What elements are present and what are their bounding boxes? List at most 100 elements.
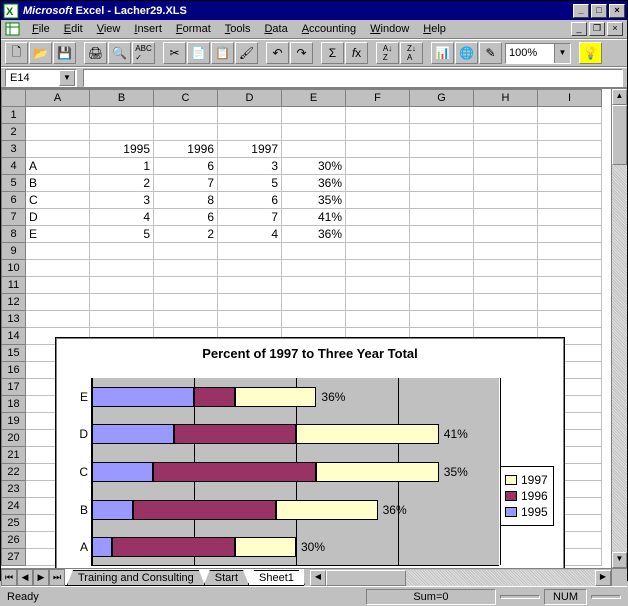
- menu-window[interactable]: Window: [363, 21, 416, 37]
- scroll-right-icon[interactable]: ▶: [595, 570, 611, 586]
- cell-H11[interactable]: [474, 277, 538, 294]
- row-header-16[interactable]: 16: [2, 362, 26, 379]
- cell-G5[interactable]: [410, 175, 474, 192]
- cell-E4[interactable]: 30%: [282, 158, 346, 175]
- cell-C11[interactable]: [154, 277, 218, 294]
- cell-B1[interactable]: [90, 107, 154, 124]
- cell-G6[interactable]: [410, 192, 474, 209]
- cell-A4[interactable]: A: [26, 158, 90, 175]
- tab-nav-next[interactable]: ▶: [33, 569, 49, 586]
- cell-C2[interactable]: [154, 124, 218, 141]
- cell-C4[interactable]: 6: [154, 158, 218, 175]
- new-button[interactable]: 🗋: [5, 42, 28, 64]
- cell-F4[interactable]: [346, 158, 410, 175]
- cell-H3[interactable]: [474, 141, 538, 158]
- zoom-input[interactable]: [506, 46, 554, 60]
- cell-G2[interactable]: [410, 124, 474, 141]
- cell-H13[interactable]: [474, 311, 538, 328]
- cell-B2[interactable]: [90, 124, 154, 141]
- cell-F13[interactable]: [346, 311, 410, 328]
- cell-I7[interactable]: [538, 209, 602, 226]
- close-button[interactable]: ×: [609, 4, 625, 18]
- cell-F12[interactable]: [346, 294, 410, 311]
- row-header-2[interactable]: 2: [2, 124, 26, 141]
- row-header-18[interactable]: 18: [2, 396, 26, 413]
- cell-E3[interactable]: [282, 141, 346, 158]
- cell-I1[interactable]: [538, 107, 602, 124]
- cell-D6[interactable]: 6: [218, 192, 282, 209]
- cell-C3[interactable]: 1996: [154, 141, 218, 158]
- cell-B6[interactable]: 3: [90, 192, 154, 209]
- function-wizard-button[interactable]: fx: [345, 42, 368, 64]
- cell-C8[interactable]: 2: [154, 226, 218, 243]
- tab-nav-last[interactable]: ⏭: [49, 569, 65, 586]
- cell-F9[interactable]: [346, 243, 410, 260]
- zoom-dropdown-icon[interactable]: ▼: [554, 44, 570, 63]
- cell-G3[interactable]: [410, 141, 474, 158]
- cell-I11[interactable]: [538, 277, 602, 294]
- cell-A3[interactable]: [26, 141, 90, 158]
- cell-E8[interactable]: 36%: [282, 226, 346, 243]
- cell-C12[interactable]: [154, 294, 218, 311]
- sort-asc-button[interactable]: A↓Z: [376, 42, 399, 64]
- cell-D11[interactable]: [218, 277, 282, 294]
- cell-E10[interactable]: [282, 260, 346, 277]
- row-header-26[interactable]: 26: [2, 532, 26, 549]
- tab-nav-prev[interactable]: ◀: [17, 569, 33, 586]
- row-header-27[interactable]: 27: [2, 549, 26, 566]
- menu-tools[interactable]: Tools: [218, 21, 258, 37]
- cell-A6[interactable]: C: [26, 192, 90, 209]
- cell-D10[interactable]: [218, 260, 282, 277]
- cell-F11[interactable]: [346, 277, 410, 294]
- cell-B7[interactable]: 4: [90, 209, 154, 226]
- cell-I12[interactable]: [538, 294, 602, 311]
- cell-F7[interactable]: [346, 209, 410, 226]
- col-header-D[interactable]: D: [218, 90, 282, 107]
- row-header-5[interactable]: 5: [2, 175, 26, 192]
- cell-G10[interactable]: [410, 260, 474, 277]
- sort-desc-button[interactable]: Z↓A: [400, 42, 423, 64]
- cell-D13[interactable]: [218, 311, 282, 328]
- minimize-button[interactable]: _: [573, 4, 589, 18]
- cell-I2[interactable]: [538, 124, 602, 141]
- cell-A10[interactable]: [26, 260, 90, 277]
- tab-nav-first[interactable]: ⏮: [1, 569, 17, 586]
- cell-E2[interactable]: [282, 124, 346, 141]
- cell-A9[interactable]: [26, 243, 90, 260]
- cell-H6[interactable]: [474, 192, 538, 209]
- cell-A1[interactable]: [26, 107, 90, 124]
- row-header-14[interactable]: 14: [2, 328, 26, 345]
- row-header-3[interactable]: 3: [2, 141, 26, 158]
- cell-F8[interactable]: [346, 226, 410, 243]
- cell-C7[interactable]: 6: [154, 209, 218, 226]
- cell-I3[interactable]: [538, 141, 602, 158]
- cell-G9[interactable]: [410, 243, 474, 260]
- col-header-G[interactable]: G: [410, 90, 474, 107]
- row-header-1[interactable]: 1: [2, 107, 26, 124]
- print-button[interactable]: 🖨: [84, 42, 107, 64]
- tip-wizard-button[interactable]: 💡: [579, 42, 602, 64]
- col-header-H[interactable]: H: [474, 90, 538, 107]
- cell-A8[interactable]: E: [26, 226, 90, 243]
- cell-I13[interactable]: [538, 311, 602, 328]
- cell-G11[interactable]: [410, 277, 474, 294]
- cell-E5[interactable]: 36%: [282, 175, 346, 192]
- undo-button[interactable]: ↶: [266, 42, 289, 64]
- sheet-tab-sheet1[interactable]: Sheet1: [248, 570, 305, 585]
- formula-input[interactable]: [83, 69, 623, 87]
- cell-D2[interactable]: [218, 124, 282, 141]
- cell-F2[interactable]: [346, 124, 410, 141]
- col-header-A[interactable]: A: [26, 90, 90, 107]
- cell-B5[interactable]: 2: [90, 175, 154, 192]
- menu-help[interactable]: Help: [416, 21, 453, 37]
- drawing-button[interactable]: ✎: [479, 42, 502, 64]
- cell-I9[interactable]: [538, 243, 602, 260]
- cell-I10[interactable]: [538, 260, 602, 277]
- menu-view[interactable]: View: [90, 21, 128, 37]
- cell-G7[interactable]: [410, 209, 474, 226]
- cell-G13[interactable]: [410, 311, 474, 328]
- menu-format[interactable]: Format: [169, 21, 218, 37]
- cell-B8[interactable]: 5: [90, 226, 154, 243]
- cell-C9[interactable]: [154, 243, 218, 260]
- row-header-10[interactable]: 10: [2, 260, 26, 277]
